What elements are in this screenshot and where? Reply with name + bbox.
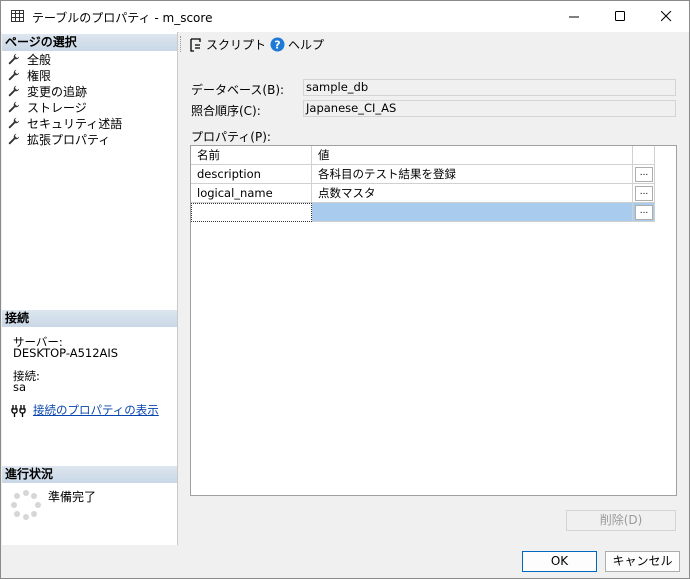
properties-label: プロパティ(P): <box>191 130 271 144</box>
connection-properties-link[interactable]: 接続のプロパティの表示 <box>33 402 159 418</box>
wrench-icon <box>8 117 20 129</box>
cell-name[interactable]: description <box>191 165 312 184</box>
pages-header: ページの選択 <box>2 34 177 51</box>
column-header-name[interactable]: 名前 <box>191 146 312 165</box>
properties-grid: 名前 値 description 各科目のテスト結果を登録... logical_n… <box>190 145 677 496</box>
table-icon <box>11 10 24 22</box>
wrench-icon <box>8 101 20 113</box>
page-item[interactable]: ストレージ <box>8 99 87 115</box>
column-header-blank <box>633 146 655 165</box>
connection-properties-link-row: 接続のプロパティの表示 <box>11 402 159 418</box>
ellipsis-button[interactable]: ... <box>635 186 653 201</box>
maximize-icon <box>614 11 625 21</box>
close-icon <box>660 11 671 22</box>
connection-plug-icon <box>11 404 26 417</box>
right-panel: スクリプト ? ヘルプ データベース(B): sample_db 照合順序(C)… <box>178 32 689 545</box>
cell-value[interactable]: 点数マスタ <box>312 184 633 203</box>
page-item-label: セキュリティ述語 <box>27 116 123 131</box>
progress-status: 準備完了 <box>48 490 97 504</box>
cell-value[interactable]: 各科目のテスト結果を登録 <box>312 165 633 184</box>
connection-header: 接続 <box>2 310 177 327</box>
page-item-label: 全般 <box>27 52 52 67</box>
progress-header: 進行状況 <box>2 466 177 483</box>
server-value: DESKTOP-A512AIS <box>13 346 119 360</box>
cell-name[interactable]: logical_name <box>191 184 312 203</box>
toolbar: スクリプト ? ヘルプ <box>178 32 689 56</box>
toolbar-grip <box>180 36 183 52</box>
cell-name[interactable] <box>191 203 312 222</box>
svg-text:?: ? <box>274 39 280 52</box>
collation-label: 照合順序(C): <box>191 104 261 118</box>
table-row[interactable]: description 各科目のテスト結果を登録... <box>191 165 676 184</box>
wrench-icon <box>8 133 20 145</box>
page-item[interactable]: 変更の追跡 <box>8 83 87 99</box>
page-item-label: ストレージ <box>27 100 87 115</box>
dialog-window: テーブルのプロパティ - m_score ページの選択 全般 権限 変更の追跡 ストレ… <box>0 0 690 579</box>
database-label: データベース(B): <box>191 83 285 97</box>
page-item-label: 変更の追跡 <box>27 84 88 99</box>
column-header-value[interactable]: 値 <box>312 146 633 165</box>
help-button[interactable]: ? ヘルプ <box>270 36 324 53</box>
wrench-icon <box>8 85 20 97</box>
delete-button[interactable]: 削除(D) <box>566 510 676 531</box>
help-icon: ? <box>270 37 285 52</box>
wrench-icon <box>8 69 20 81</box>
progress-spinner-icon <box>11 490 41 520</box>
window-title: テーブルのプロパティ - m_score <box>32 11 213 25</box>
wrench-icon <box>8 53 20 65</box>
page-item-label: 拡張プロパティ <box>27 132 111 147</box>
close-button[interactable] <box>643 1 689 32</box>
page-item[interactable]: 全般 <box>8 51 51 67</box>
table-row[interactable]: ... <box>191 203 676 222</box>
page-item[interactable]: セキュリティ述語 <box>8 115 122 131</box>
page-item-label: 権限 <box>27 68 52 83</box>
ellipsis-button[interactable]: ... <box>635 167 653 182</box>
cell-value[interactable] <box>312 203 633 222</box>
minimize-button[interactable] <box>551 1 597 32</box>
help-label: ヘルプ <box>288 38 325 52</box>
page-item[interactable]: 拡張プロパティ <box>8 131 110 147</box>
table-row[interactable]: logical_name 点数マスタ... <box>191 184 676 203</box>
script-icon <box>190 37 201 52</box>
cancel-button[interactable]: キャンセル <box>605 551 680 572</box>
minimize-icon <box>568 16 579 18</box>
maximize-button[interactable] <box>597 1 643 32</box>
database-field: sample_db <box>303 79 676 96</box>
title-bar: テーブルのプロパティ - m_score <box>1 1 689 32</box>
ok-button[interactable]: OK <box>522 551 597 572</box>
collation-field: Japanese_CI_AS <box>303 100 676 117</box>
script-label: スクリプト <box>206 38 267 52</box>
connection-value: sa <box>13 380 27 394</box>
grid-header-row: 名前 値 <box>191 146 676 165</box>
script-button[interactable]: スクリプト <box>188 36 281 53</box>
ellipsis-button[interactable]: ... <box>635 205 653 220</box>
left-panel: ページの選択 全般 権限 変更の追跡 ストレージ セキュリティ述語 拡張プロパティ 接続 … <box>2 32 178 545</box>
page-item[interactable]: 権限 <box>8 67 51 83</box>
